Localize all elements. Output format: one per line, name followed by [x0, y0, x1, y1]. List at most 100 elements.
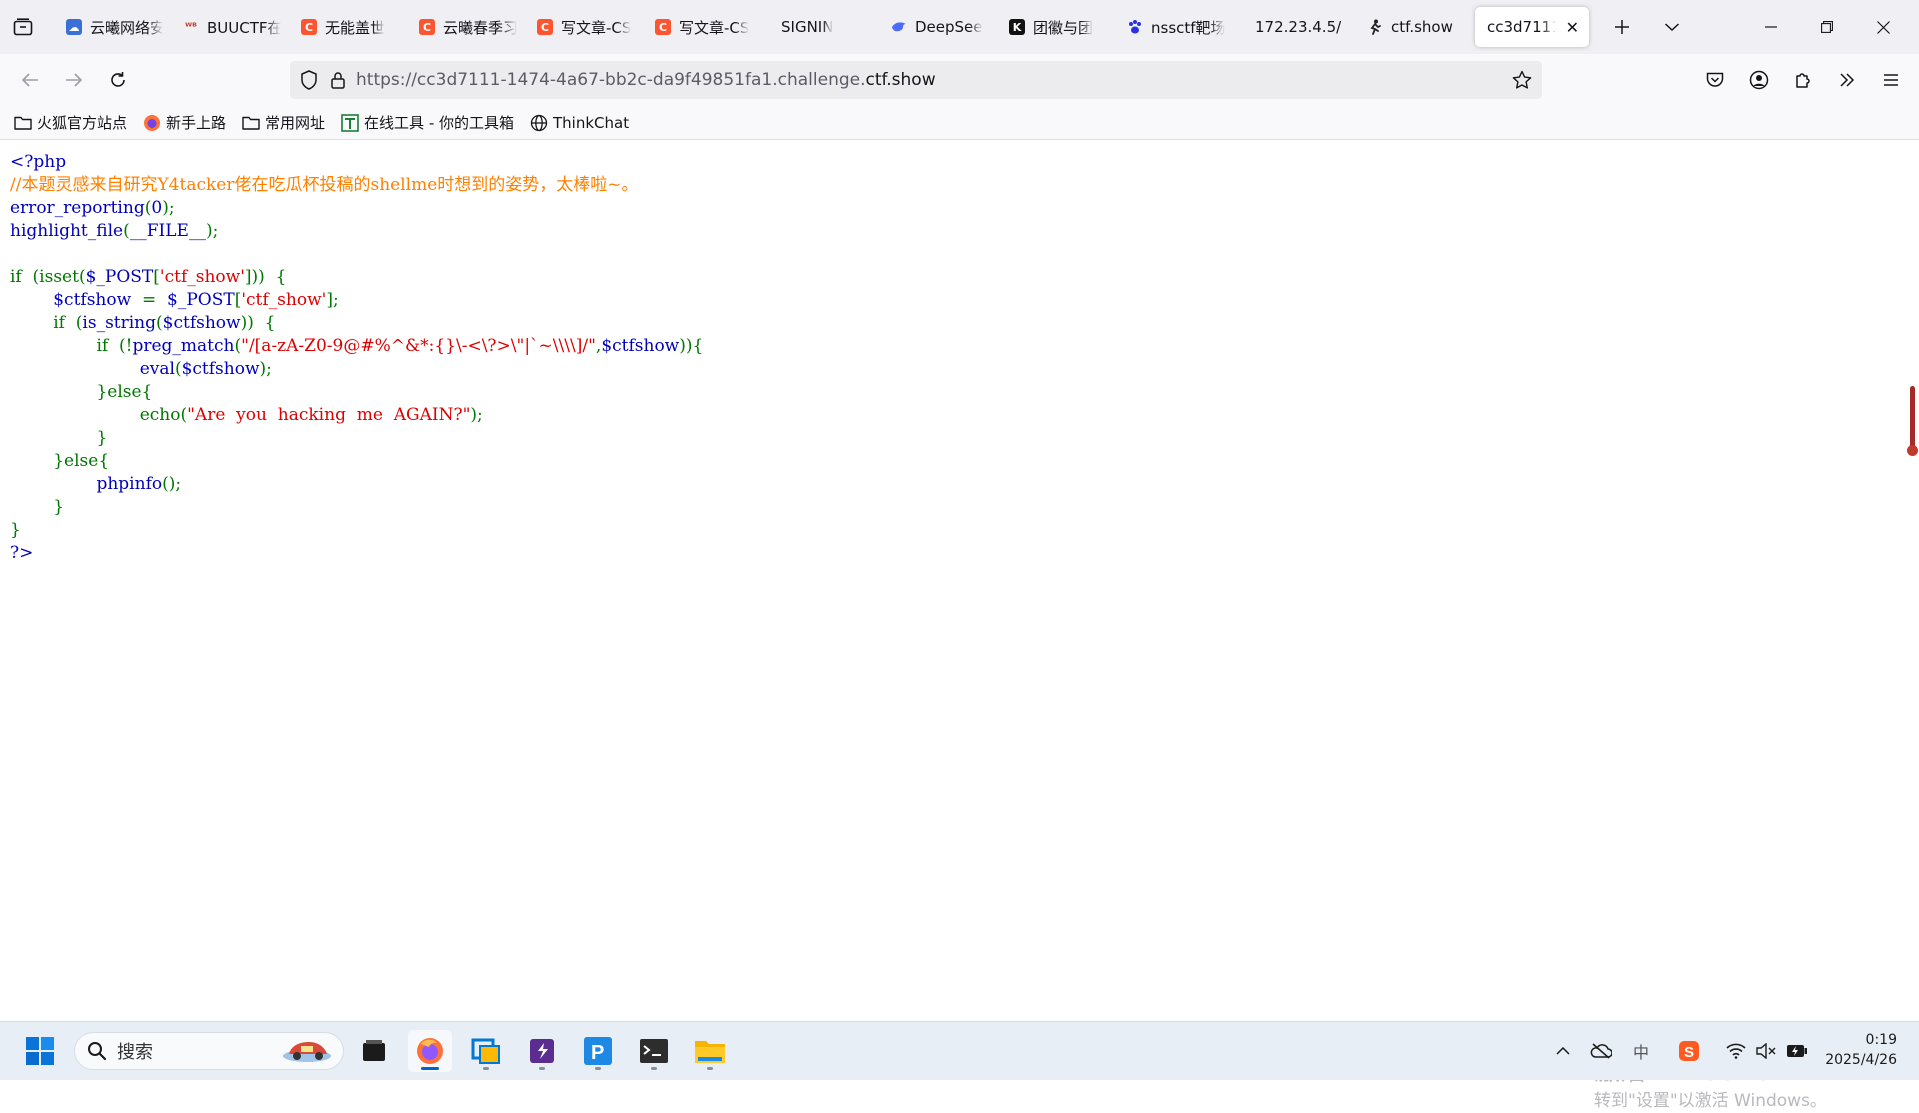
code-token: )){: [679, 336, 704, 356]
p-app-icon: P: [584, 1037, 612, 1065]
extensions-button[interactable]: [1781, 58, 1825, 102]
pocket-button[interactable]: [1693, 58, 1737, 102]
close-window-button[interactable]: [1855, 0, 1911, 54]
code-token: $_POST: [85, 267, 154, 287]
tab-yunxi[interactable]: ☁ 云曦网络安: [56, 7, 173, 47]
onedrive-button[interactable]: [1586, 1022, 1616, 1080]
battery-button[interactable]: [1782, 1022, 1812, 1080]
system-clock[interactable]: 0:19 2025/4/26: [1825, 1030, 1897, 1070]
code-token: if (: [10, 313, 83, 333]
forward-button[interactable]: [52, 58, 96, 102]
extension-thermometer-indicator: [1907, 386, 1918, 456]
tab-title: 云曦网络安: [90, 18, 163, 37]
restore-button[interactable]: [1799, 0, 1855, 54]
start-button[interactable]: [18, 1030, 62, 1072]
tracking-shield-icon[interactable]: [300, 70, 318, 90]
double-chevron-right-icon: [1840, 73, 1855, 87]
tab-csdn-1[interactable]: C 无能盖世: [291, 7, 409, 47]
bookmark-thinkchat[interactable]: ThinkChat: [530, 114, 629, 132]
code-token: }else{: [10, 451, 110, 471]
cloud-favicon: ☁: [66, 19, 82, 35]
code-token: "Are you hacking me AGAIN?": [187, 405, 471, 425]
tab-active-challenge[interactable]: cc3d7111- ✕: [1475, 7, 1589, 47]
sogou-ime-button[interactable]: S: [1674, 1022, 1704, 1080]
code-token: 0: [151, 198, 163, 218]
reload-button[interactable]: [96, 58, 140, 102]
navigation-toolbar: https://cc3d7111-1474-4a67-bb2c-da9f4985…: [0, 54, 1919, 106]
account-button[interactable]: [1737, 58, 1781, 102]
volume-button[interactable]: [1752, 1022, 1780, 1080]
tab-nssctf[interactable]: nssctf靶场: [1117, 7, 1235, 47]
code-token: if (!: [10, 336, 133, 356]
list-all-tabs-button[interactable]: [1647, 0, 1697, 54]
taskbar-search[interactable]: 搜索: [74, 1032, 344, 1070]
tab-csdn-3[interactable]: C 写文章-CS: [527, 7, 645, 47]
bookmark-firefox-official[interactable]: 火狐官方站点: [14, 112, 127, 133]
chevron-down-icon: [1664, 23, 1680, 32]
code-token: 'ctf_show': [241, 290, 327, 310]
taskbar-app-blue[interactable]: [464, 1030, 508, 1072]
taskbar-visual-studio[interactable]: [520, 1030, 564, 1072]
code-token: }: [10, 428, 108, 448]
code-token: is_string: [82, 313, 157, 333]
folder-icon: [695, 1041, 725, 1063]
tab-ip[interactable]: 172.23.4.5/: [1235, 7, 1353, 47]
code-token: if (isset(: [10, 267, 86, 287]
buuctf-favicon: ᵂᴮ: [185, 21, 197, 33]
tab-csdn-4[interactable]: C 写文章-CS: [645, 7, 763, 47]
cloud-offline-icon: [1590, 1043, 1612, 1059]
search-highlight-icon: [277, 1038, 335, 1064]
code-token: $_POST: [167, 290, 235, 310]
taskbar-task-view[interactable]: [352, 1030, 396, 1072]
minimize-icon: [1765, 26, 1777, 28]
taskbar-terminal[interactable]: [632, 1030, 676, 1072]
code-token: );: [162, 198, 175, 218]
url-text[interactable]: https://cc3d7111-1474-4a67-bb2c-da9f4985…: [356, 70, 936, 90]
tab-title: SIGNIN: [781, 18, 834, 36]
show-hidden-icons-button[interactable]: [1548, 1022, 1578, 1080]
tab-title: 172.23.4.5/: [1255, 18, 1342, 36]
app-menu-button[interactable]: [1869, 58, 1913, 102]
address-bar[interactable]: https://cc3d7111-1474-4a67-bb2c-da9f4985…: [290, 61, 1542, 99]
running-indicator: [707, 1067, 713, 1070]
search-icon: [88, 1042, 107, 1061]
bookmark-common-sites[interactable]: 常用网址: [242, 112, 325, 133]
page-content: <?php //本题灵感来自研究Y4tacker佬在吃瓜杯投稿的shellme时…: [0, 141, 1919, 1111]
clock-date: 2025/4/26: [1825, 1052, 1897, 1068]
tab-csdn-2[interactable]: C 云曦春季习: [409, 7, 527, 47]
lock-icon[interactable]: [330, 71, 346, 89]
tab-deepseek[interactable]: DeepSee: [881, 7, 999, 47]
tab-buuctf[interactable]: ᵂᴮ BUUCTF在: [173, 7, 291, 47]
taskbar-file-explorer[interactable]: [688, 1030, 732, 1072]
bookmark-label: 在线工具 - 你的工具箱: [364, 114, 514, 132]
bookmark-getting-started[interactable]: 新手上路: [143, 112, 226, 133]
code-token: ?>: [10, 543, 34, 563]
taskbar-firefox[interactable]: [408, 1030, 452, 1072]
tab-title: 写文章-CS: [561, 18, 632, 37]
tab-close-icon[interactable]: ✕: [1566, 18, 1579, 37]
code-token: =: [141, 290, 168, 310]
firefox-view-button[interactable]: [0, 0, 46, 54]
app-window-icon: [471, 1038, 500, 1064]
tab-title: ctf.show: [1391, 18, 1453, 36]
bookmark-online-tools[interactable]: 在线工具 - 你的工具箱: [341, 112, 514, 133]
new-tab-button[interactable]: [1597, 0, 1647, 54]
tab-kexin[interactable]: K 团徽与团: [999, 7, 1117, 47]
code-token: }else{: [10, 382, 153, 402]
ime-indicator[interactable]: 中: [1626, 1022, 1656, 1080]
minimize-button[interactable]: [1743, 0, 1799, 54]
more-tools-button[interactable]: [1825, 58, 1869, 102]
code-token: highlight_file: [10, 221, 124, 241]
wifi-button[interactable]: [1722, 1022, 1750, 1080]
tab-signin[interactable]: SIGNIN: [763, 7, 881, 47]
code-token: (: [174, 359, 182, 379]
watermark-subtitle: 转到"设置"以激活 Windows。: [1594, 1091, 1827, 1111]
chevron-up-icon: [1556, 1047, 1570, 1055]
running-indicator: [651, 1067, 657, 1070]
code-token: phpinfo: [96, 474, 163, 494]
back-button[interactable]: [8, 58, 52, 102]
code-token: );: [470, 405, 483, 425]
tab-ctfshow[interactable]: ctf.show: [1353, 7, 1471, 47]
bookmark-star-icon[interactable]: [1512, 70, 1532, 90]
taskbar-pycharm[interactable]: P: [576, 1030, 620, 1072]
